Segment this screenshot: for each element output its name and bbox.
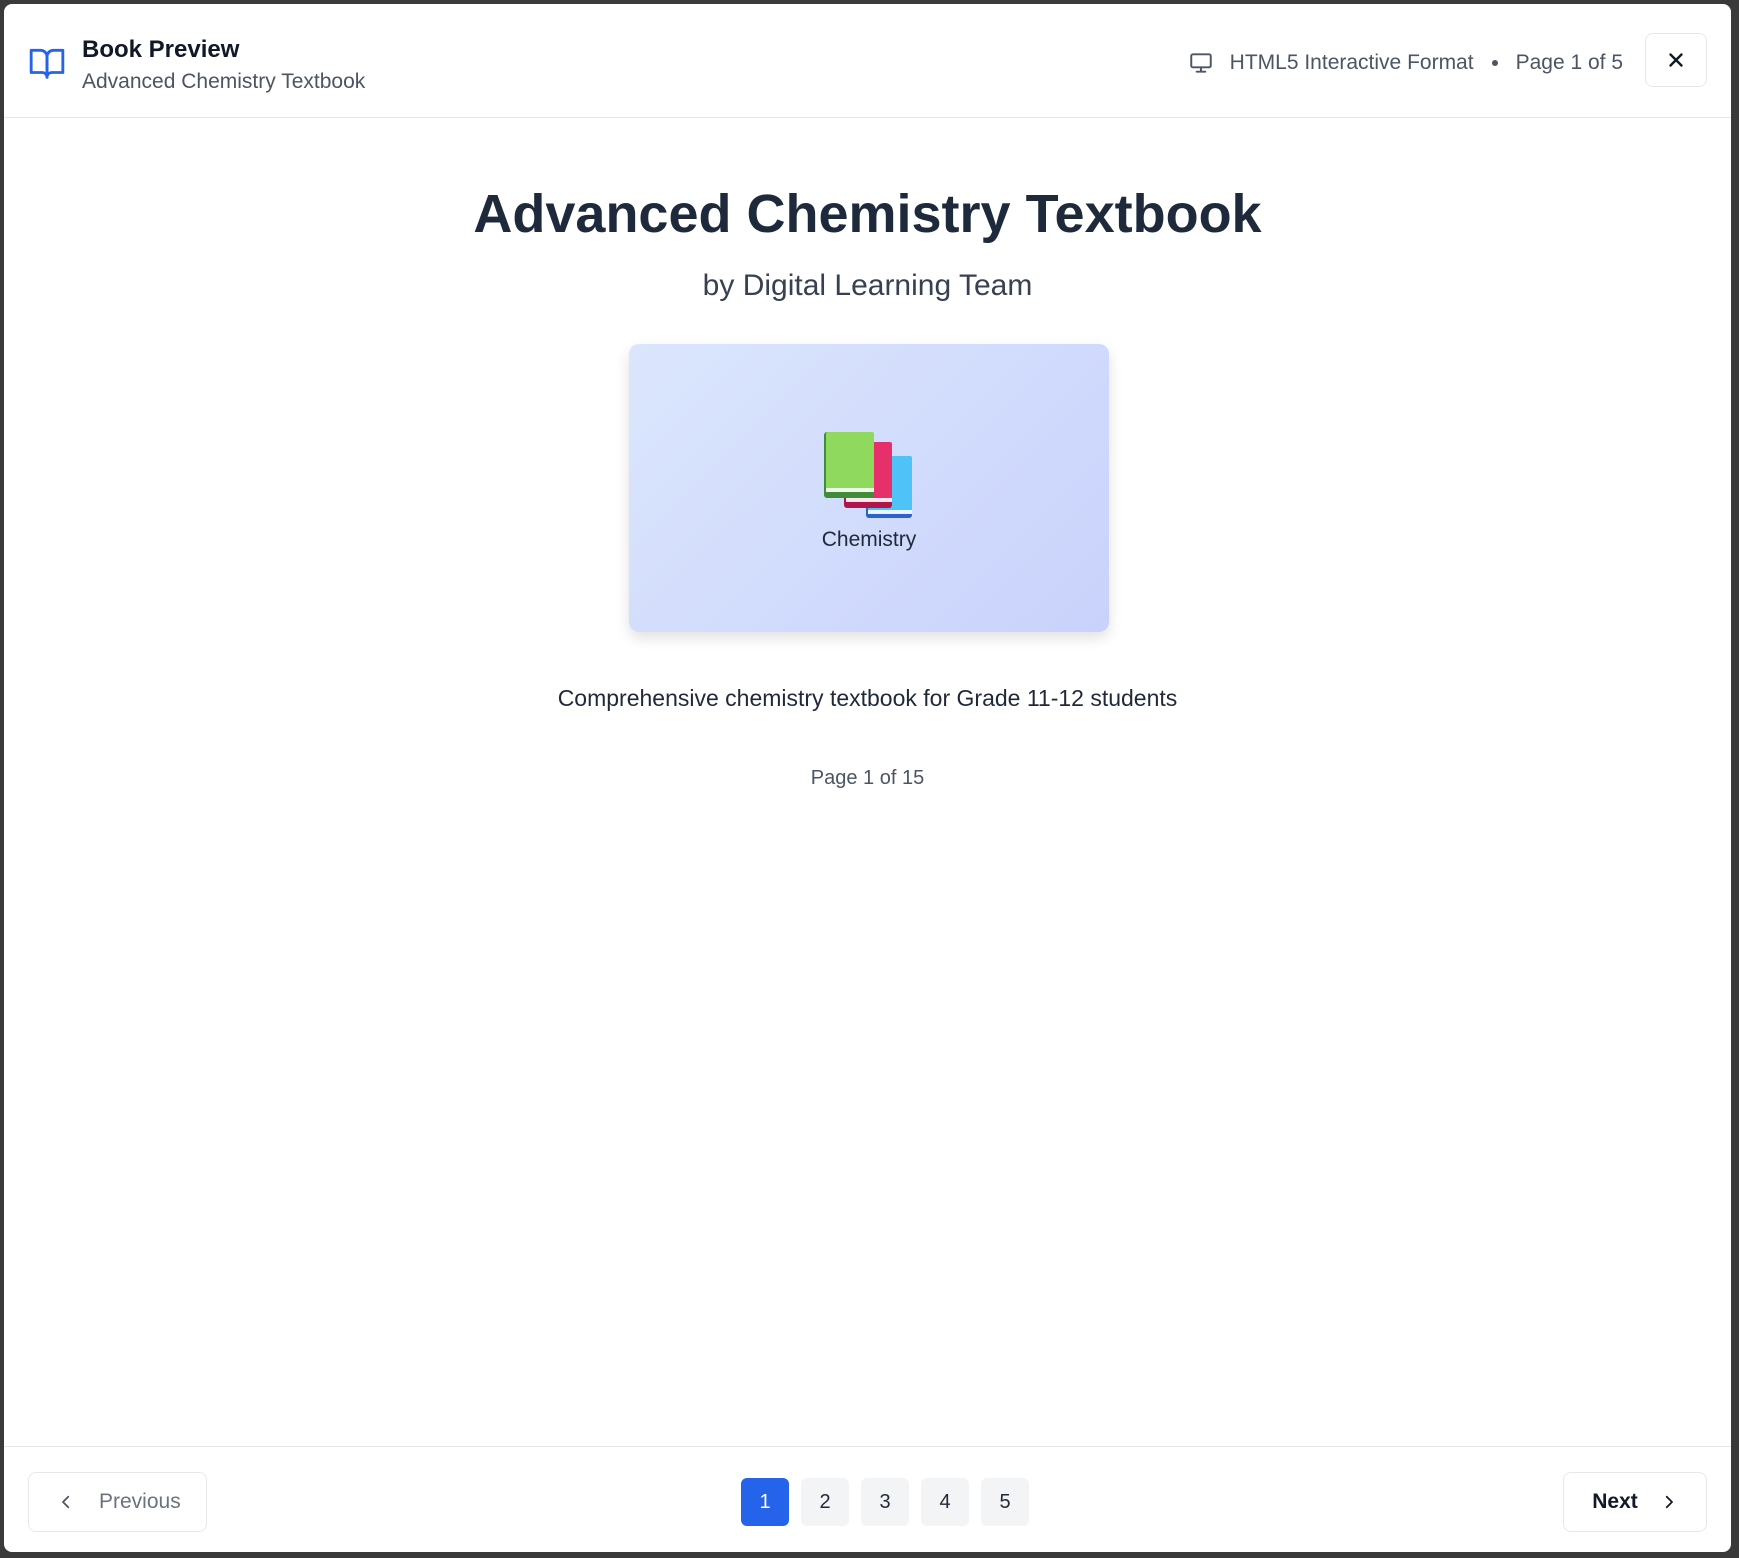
page-button-5[interactable]: 5 <box>981 1478 1029 1526</box>
next-button[interactable]: Next <box>1563 1472 1707 1532</box>
format-label: HTML5 Interactive Format <box>1229 51 1474 74</box>
page-button-1[interactable]: 1 <box>741 1478 789 1526</box>
chevron-left-icon <box>62 1495 70 1509</box>
page-button-3[interactable]: 3 <box>861 1478 909 1526</box>
close-icon <box>1669 53 1683 67</box>
modal-header: Book Preview Advanced Chemistry Textbook… <box>4 4 1731 118</box>
modal-title: Book Preview <box>82 36 240 63</box>
pagination-footer: Previous 1 2 3 4 5 Next <box>4 1446 1731 1552</box>
book-title: Advanced Chemistry Textbook <box>473 184 1262 244</box>
page-status: Page 1 of 5 <box>1515 51 1623 74</box>
page-button-2[interactable]: 2 <box>801 1478 849 1526</box>
book-description: Comprehensive chemistry textbook for Gra… <box>557 685 1178 711</box>
book-preview-modal: Book Preview Advanced Chemistry Textbook… <box>4 4 1731 1552</box>
book-author: by Digital Learning Team <box>702 269 1033 302</box>
close-button[interactable] <box>1645 33 1707 87</box>
next-label: Next <box>1592 1490 1638 1513</box>
monitor-icon <box>1189 53 1212 73</box>
book-cover: Chemistry <box>629 344 1109 632</box>
chevron-right-icon <box>1665 1495 1673 1509</box>
page-indicator: Page 1 of 15 <box>810 767 925 789</box>
format-info: HTML5 Interactive Format Page 1 of 5 <box>1188 50 1623 76</box>
modal-subtitle: Advanced Chemistry Textbook <box>82 70 366 93</box>
books-icon <box>824 432 912 518</box>
book-open-icon <box>29 48 65 79</box>
page-number-list: 1 2 3 4 5 <box>741 1478 1029 1526</box>
page-button-4[interactable]: 4 <box>921 1478 969 1526</box>
cover-label: Chemistry <box>821 528 917 551</box>
book-page-content: Advanced Chemistry Textbook by Digital L… <box>4 119 1731 1446</box>
previous-button[interactable]: Previous <box>28 1472 207 1532</box>
separator-dot <box>1491 60 1498 66</box>
previous-label: Previous <box>99 1490 181 1513</box>
